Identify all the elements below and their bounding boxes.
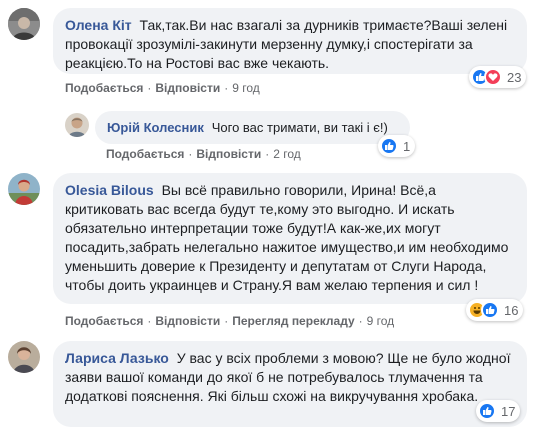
reply-button[interactable]: Відповісти [196, 147, 261, 161]
reaction-count: 1 [403, 138, 411, 154]
timestamp[interactable]: 9 год [232, 81, 260, 95]
like-button[interactable]: Подобається [106, 147, 184, 161]
reaction-summary[interactable]: 23 [469, 66, 527, 88]
comment-actions: Подобається · Відповісти · Перегляд переклад… [65, 314, 395, 328]
reply-button[interactable]: Відповісти [155, 81, 220, 95]
reply-button[interactable]: Відповісти [155, 314, 220, 328]
reaction-summary[interactable]: 16 [466, 299, 524, 321]
comment-author[interactable]: Olesia Bilous [65, 182, 154, 198]
like-icon [481, 301, 499, 319]
love-icon [484, 68, 502, 86]
comment-text: Так,так.Ви нас взагалі за дурників трима… [65, 17, 508, 71]
timestamp[interactable]: 9 год [367, 314, 395, 328]
like-button[interactable]: Подобається [65, 314, 143, 328]
avatar[interactable] [8, 8, 40, 40]
comment-bubble: Лариса Лазько У вас у всіх проблеми з мо… [53, 341, 527, 427]
like-icon [380, 137, 398, 155]
comment-bubble: Юрій Колесник Чого вас тримати, ви такі … [95, 111, 410, 144]
comment-bubble: Olesia Bilous Вы всё правильно говорили,… [53, 173, 527, 304]
reaction-summary[interactable]: 1 [378, 135, 416, 157]
comment-actions: Подобається · Відповісти · 2 год [106, 147, 301, 161]
comment-author[interactable]: Олена Кіт [65, 17, 132, 33]
translation-link[interactable]: Перегляд перекладу [232, 314, 354, 328]
comment-bubble: Олена Кіт Так,так.Ви нас взагалі за дурн… [53, 8, 527, 74]
avatar[interactable] [8, 173, 40, 205]
comment-author[interactable]: Юрій Колесник [107, 120, 204, 135]
reaction-summary[interactable]: 17 [476, 400, 521, 422]
comment-text: Чого вас тримати, ви такі і є!) [211, 120, 388, 135]
reaction-count: 16 [504, 302, 519, 318]
avatar[interactable] [8, 341, 40, 373]
comment-text: Вы всё правильно говорили, Ирина! Всё,а … [65, 182, 509, 293]
reaction-count: 23 [507, 69, 522, 85]
like-button[interactable]: Подобається [65, 81, 143, 95]
like-icon [478, 402, 496, 420]
avatar[interactable] [65, 113, 89, 137]
timestamp[interactable]: 2 год [273, 147, 301, 161]
comment-actions: Подобається · Відповісти · 9 год [65, 81, 260, 95]
comment-author[interactable]: Лариса Лазько [65, 350, 169, 366]
reaction-count: 17 [501, 403, 516, 419]
